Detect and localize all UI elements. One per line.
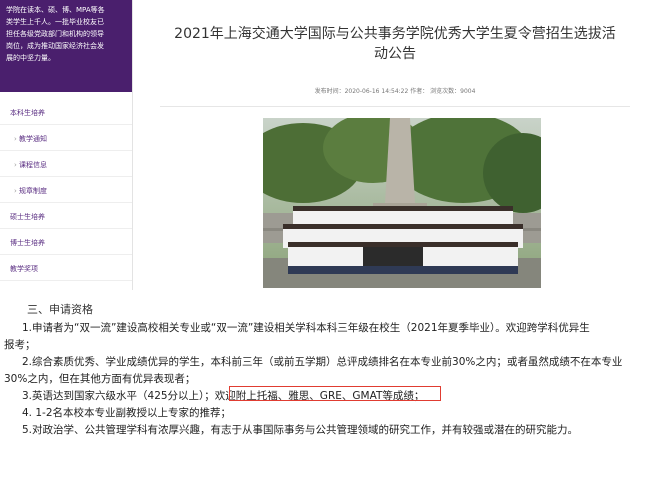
content-line: 报考； bbox=[4, 339, 36, 351]
sidebar-item-master[interactable]: 硕士生培养 bbox=[0, 205, 132, 229]
article-meta: 发布时间：2020-06-16 14:54:22 作者： 浏览次数：9004 bbox=[314, 88, 476, 95]
intro-line: 学院在读本、硕、博、MPA等各 bbox=[6, 6, 105, 14]
intro-line: 类学生上千人。一批毕业校友已 bbox=[6, 18, 104, 26]
sidebar: 学院在读本、硕、博、MPA等各 类学生上千人。一批毕业校友已 担任各级党政部门和… bbox=[0, 0, 133, 290]
content-line: 1.申请者为“双一流”建设高校相关专业或“双一流”建设相关学科本科三年级在校生（… bbox=[22, 322, 590, 334]
content-line: 30%之内，但在其他方面有优异表现者； bbox=[4, 373, 196, 385]
title-line: 动公告 bbox=[374, 46, 416, 62]
intro-line: 展的中坚力量。 bbox=[6, 54, 55, 62]
sidebar-item-awards[interactable]: 教学奖项 bbox=[0, 257, 132, 281]
intro-line: 担任各级党政部门和机构的领导 bbox=[6, 30, 104, 38]
content-line: 5.对政治学、公共管理学科有浓厚兴趣，有志于从事国际事务与公共管理领域的研究工作… bbox=[22, 424, 579, 436]
divider bbox=[160, 106, 630, 107]
sidebar-item-course-info[interactable]: 课程信息 bbox=[0, 153, 132, 177]
section-heading: 三、申请资格 bbox=[27, 303, 93, 316]
page-title: 2021年上海交通大学国际与公共事务学院优秀大学生夏令营招生选拔活 动公告 bbox=[160, 24, 630, 64]
sidebar-item-teaching-notice[interactable]: 教学通知 bbox=[0, 127, 132, 151]
highlight-box bbox=[229, 386, 441, 401]
title-line: 2021年上海交通大学国际与公共事务学院优秀大学生夏令营招生选拔活 bbox=[174, 26, 616, 42]
intro-line: 岗位，成为推动国家经济社会发 bbox=[6, 42, 104, 50]
group-photo bbox=[263, 118, 541, 288]
sidebar-item-phd[interactable]: 博士生培养 bbox=[0, 231, 132, 255]
content-line: 2.综合素质优秀、学业成绩优异的学生，本科前三年（或前五学期）总评成绩排名在本专… bbox=[22, 356, 623, 368]
college-intro: 学院在读本、硕、博、MPA等各 类学生上千人。一批毕业校友已 担任各级党政部门和… bbox=[0, 0, 132, 92]
sidebar-item-regulations[interactable]: 规章制度 bbox=[0, 179, 132, 203]
sidebar-item-undergrad[interactable]: 本科生培养 bbox=[0, 101, 132, 125]
content-line: 4. 1-2名本校本专业副教授以上专家的推荐； bbox=[22, 407, 232, 419]
